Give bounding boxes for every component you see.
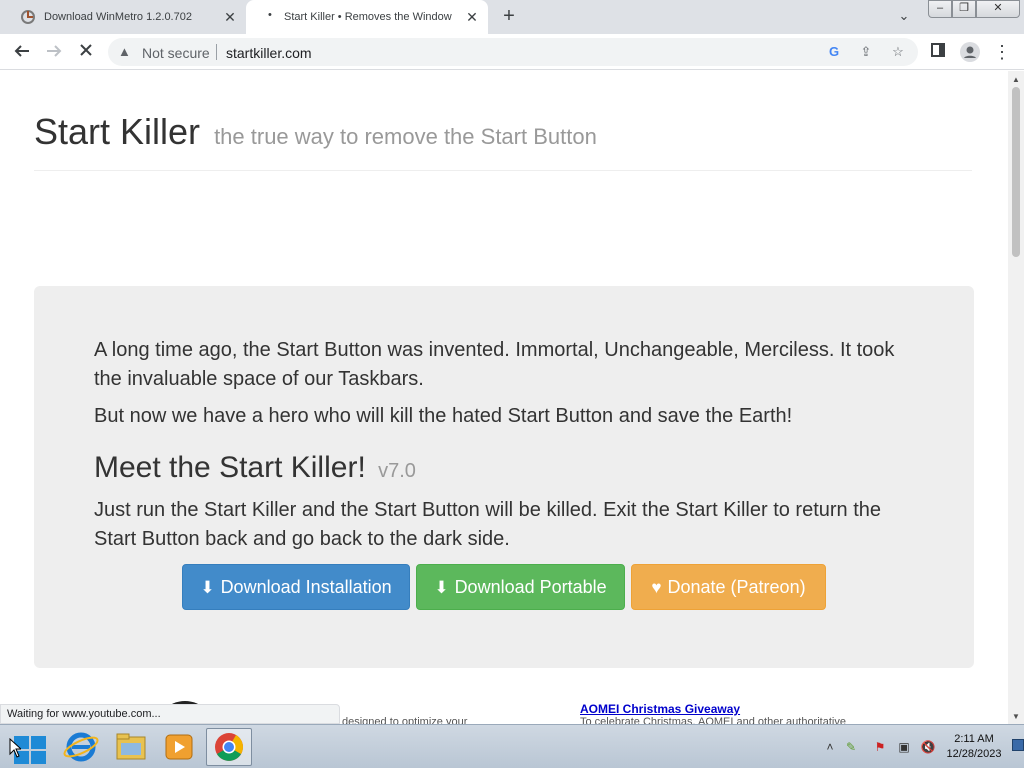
security-label[interactable]: Not secure [142,45,210,61]
scroll-up-arrow-icon[interactable]: ▲ [1012,75,1020,84]
close-tab-icon[interactable]: ✕ [222,9,238,25]
url-text[interactable]: startkiller.com [226,45,312,61]
download-icon: ⬇ [200,578,215,597]
stop-loading-icon[interactable] [76,42,96,62]
clock-date: 12/28/2023 [946,748,1002,760]
show-hidden-icons-icon[interactable]: ˄ [822,739,838,755]
tab-search-chevron-icon[interactable]: ⌄ [894,8,914,28]
pen-tray-icon[interactable]: ✎ [843,739,859,755]
close-window-button[interactable]: ✕ [976,0,1020,18]
address-bar[interactable]: ▲ Not secure startkiller.com G ⇪ ☆ [108,38,918,66]
intro-paragraph-2: But now we have a hero who will kill the… [94,405,793,427]
clock-time: 2:11 AM [954,733,994,745]
internet-explorer-icon[interactable] [58,728,104,766]
system-clock[interactable]: 2:11 AM 12/28/2023 [940,732,1008,762]
vertical-scrollbar[interactable]: ▲ ▼ [1008,71,1024,724]
tab-title: Download WinMetro 1.2.0.702 [44,11,192,23]
volume-muted-icon[interactable]: 🔇 [920,739,936,755]
button-label: Download Portable [454,577,607,597]
tab-title: Start Killer • Removes the Windows [284,11,452,23]
new-tab-button[interactable]: + [498,6,520,28]
aomei-description: To celebrate Christmas, AOMEI and other … [580,716,846,724]
ad-description: designed to optimize your [342,716,468,724]
site-title-text: Start Killer [34,111,201,152]
taskbar: ˄ ✎ ⚑ ▣ 🔇 2:11 AM 12/28/2023 [0,724,1024,768]
mouse-cursor-icon [9,737,23,763]
site-title: Start Killer the true way to remove the … [34,111,597,153]
media-player-icon[interactable] [156,728,202,766]
hero-panel: A long time ago, the Start Button was in… [34,286,974,668]
button-label: Download Installation [220,577,392,597]
status-bubble: Waiting for www.youtube.com... [0,704,340,724]
close-tab-icon[interactable]: ✕ [464,9,480,25]
restore-button[interactable]: ❐ [952,0,976,18]
tab-startkiller[interactable]: • Start Killer • Removes the Windows ✕ [246,0,488,34]
side-panel-icon[interactable] [928,42,948,62]
minimize-button[interactable]: – [928,0,952,18]
action-center-flag-icon[interactable]: ⚑ [872,739,888,755]
title-divider [34,170,972,171]
menu-kebab-icon[interactable]: ⋮ [992,42,1012,62]
divider [216,44,217,60]
network-icon[interactable]: ▣ [896,739,912,755]
share-icon[interactable]: ⇪ [858,44,874,60]
chrome-icon[interactable] [206,728,252,766]
tab-strip: Download WinMetro 1.2.0.702 ✕ • Start Ki… [0,0,1024,34]
meet-heading-text: Meet the Start Killer! [94,451,366,484]
version-label: v7.0 [378,460,416,482]
bookmark-star-icon[interactable]: ☆ [890,44,906,60]
file-explorer-icon[interactable] [108,728,154,766]
intro-paragraph-1: A long time ago, the Start Button was in… [94,339,895,390]
heart-icon: ♥ [651,578,662,597]
page-viewport: Start Killer the true way to remove the … [0,71,1008,724]
winmetro-favicon-icon [20,9,36,25]
button-label: Donate (Patreon) [667,577,806,597]
tab-winmetro[interactable]: Download WinMetro 1.2.0.702 ✕ [0,0,246,34]
back-arrow-icon[interactable] [12,42,32,62]
download-installation-button[interactable]: ⬇ Download Installation [182,564,410,610]
intro-paragraph-3: Just run the Start Killer and the Start … [94,499,882,550]
scroll-thumb[interactable] [1012,87,1020,257]
meet-heading: Meet the Start Killer! v7.0 [94,451,416,485]
donate-patreon-button[interactable]: ♥ Donate (Patreon) [631,564,826,610]
aomei-giveaway-link[interactable]: AOMEI Christmas Giveaway [580,702,740,716]
forward-arrow-icon[interactable] [44,42,64,62]
show-desktop-button[interactable] [1012,739,1024,751]
browser-toolbar: ▲ Not secure startkiller.com G ⇪ ☆ ⋮ [0,34,1024,70]
site-tagline: the true way to remove the Start Button [214,124,597,149]
google-lens-icon[interactable]: G [826,44,842,60]
download-portable-button[interactable]: ⬇ Download Portable [416,564,625,610]
scroll-down-arrow-icon[interactable]: ▼ [1012,712,1020,721]
profile-avatar-icon[interactable] [960,42,980,62]
loading-dot-icon: • [268,9,272,21]
download-icon: ⬇ [434,578,449,597]
warning-icon[interactable]: ▲ [118,44,131,59]
